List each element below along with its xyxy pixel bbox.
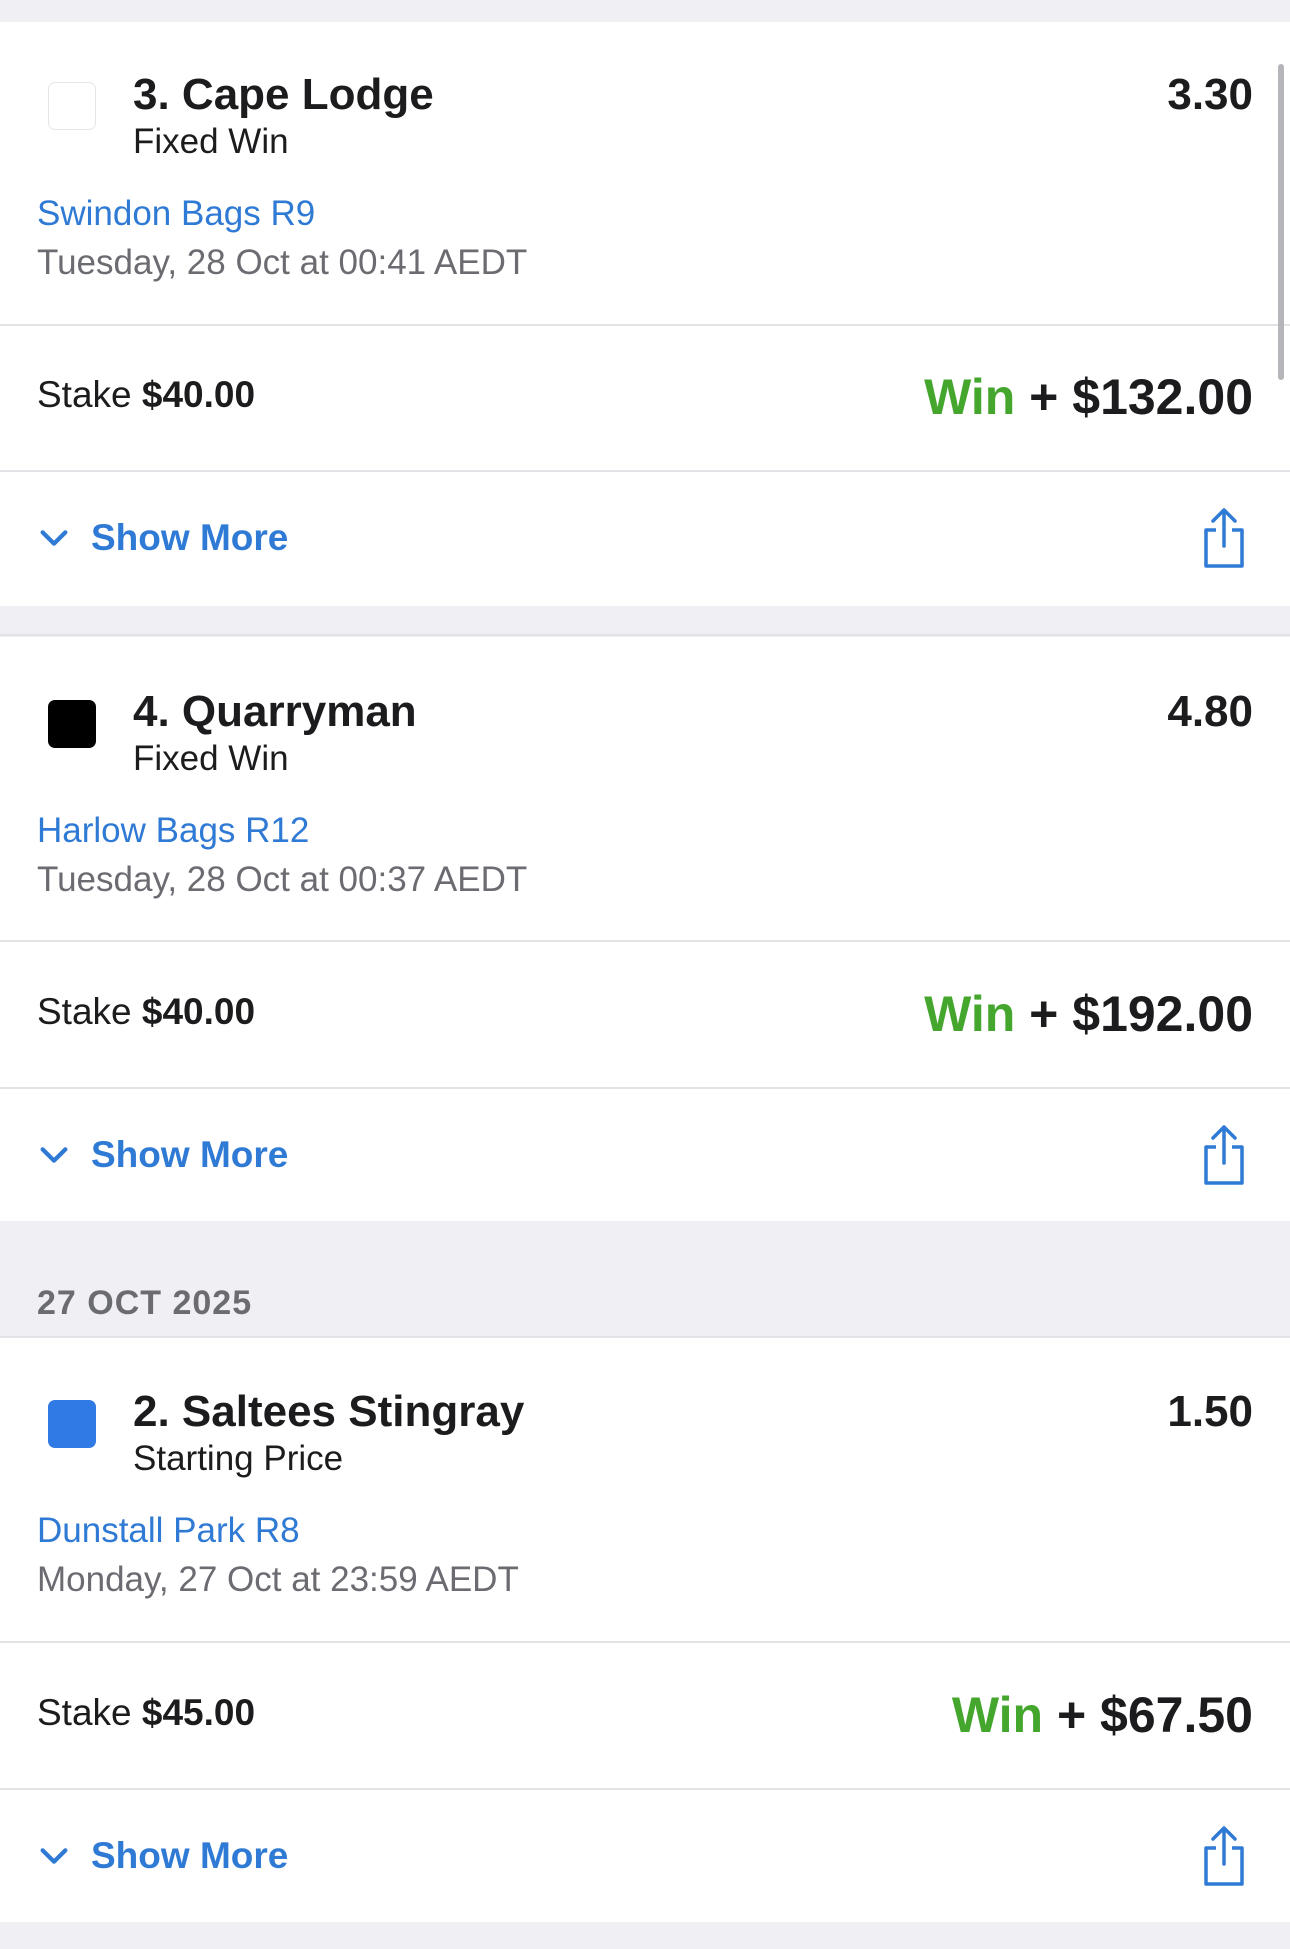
divider — [0, 940, 1290, 942]
bet-type: Starting Price — [133, 1439, 344, 1478]
silk-icon — [48, 1400, 96, 1448]
stake-info: Stake $45.00 — [37, 1692, 255, 1734]
race-link[interactable]: Swindon Bags R9 — [37, 194, 315, 234]
show-more-button[interactable]: Show More — [37, 1127, 288, 1183]
scrollbar[interactable] — [1278, 64, 1284, 380]
bet-result: Win + $132.00 — [924, 368, 1253, 426]
odds: 1.50 — [1167, 1387, 1253, 1436]
runner-name: 2. Saltees Stingray — [133, 1387, 525, 1436]
bet-result: Win + $192.00 — [924, 985, 1253, 1043]
silk-icon — [48, 700, 96, 748]
divider — [0, 324, 1290, 326]
result-label: Win — [924, 369, 1016, 425]
chevron-down-icon — [40, 1147, 68, 1163]
divider — [0, 1788, 1290, 1790]
divider — [0, 470, 1290, 472]
bet-card-quarryman: 4. Quarryman Fixed Win 4.80 Harlow Bags … — [0, 637, 1290, 1221]
result-amount: + $132.00 — [1029, 369, 1253, 425]
share-icon[interactable] — [1198, 506, 1250, 570]
race-datetime: Tuesday, 28 Oct at 00:41 AEDT — [37, 243, 528, 282]
runner-name: 4. Quarryman — [133, 687, 417, 736]
race-datetime: Monday, 27 Oct at 23:59 AEDT — [37, 1560, 519, 1599]
bet-card-saltees-stingray: 2. Saltees Stingray Starting Price 1.50 … — [0, 1338, 1290, 1922]
show-more-label: Show More — [91, 517, 289, 558]
race-datetime: Tuesday, 28 Oct at 00:37 AEDT — [37, 860, 528, 899]
share-icon[interactable] — [1198, 1123, 1250, 1187]
divider — [0, 1641, 1290, 1643]
stake-label: Stake — [37, 374, 132, 415]
odds: 3.30 — [1167, 70, 1253, 119]
result-label: Win — [924, 986, 1016, 1042]
stake-amount: $40.00 — [141, 991, 256, 1032]
divider — [0, 1087, 1290, 1089]
result-label: Win — [951, 1687, 1044, 1743]
show-more-button[interactable]: Show More — [37, 510, 288, 566]
show-more-label: Show More — [91, 1134, 289, 1175]
bet-type: Fixed Win — [133, 739, 289, 778]
show-more-button[interactable]: Show More — [37, 1828, 288, 1884]
stake-info: Stake $40.00 — [37, 991, 255, 1033]
show-more-label: Show More — [91, 1835, 289, 1876]
chevron-down-icon — [40, 530, 68, 546]
race-link[interactable]: Harlow Bags R12 — [37, 811, 309, 851]
stake-info: Stake $40.00 — [37, 374, 255, 416]
stake-amount: $40.00 — [141, 374, 256, 415]
date-section-header: 27 OCT 2025 — [37, 1284, 253, 1322]
runner-name: 3. Cape Lodge — [133, 70, 434, 119]
result-amount: + $192.00 — [1029, 986, 1253, 1042]
race-link[interactable]: Dunstall Park R8 — [37, 1511, 300, 1551]
odds: 4.80 — [1167, 687, 1253, 736]
chevron-down-icon — [40, 1848, 68, 1864]
silk-icon — [48, 82, 96, 130]
stake-label: Stake — [37, 1692, 132, 1733]
bet-result: Win + $67.50 — [952, 1686, 1253, 1744]
stake-amount: $45.00 — [141, 1692, 256, 1733]
stake-label: Stake — [37, 991, 132, 1032]
bet-card-cape-lodge: 3. Cape Lodge Fixed Win 3.30 Swindon Bag… — [0, 22, 1290, 606]
bet-type: Fixed Win — [133, 122, 289, 161]
share-icon[interactable] — [1198, 1824, 1250, 1888]
section-divider — [0, 634, 1290, 636]
result-amount: + $67.50 — [1056, 1687, 1253, 1743]
